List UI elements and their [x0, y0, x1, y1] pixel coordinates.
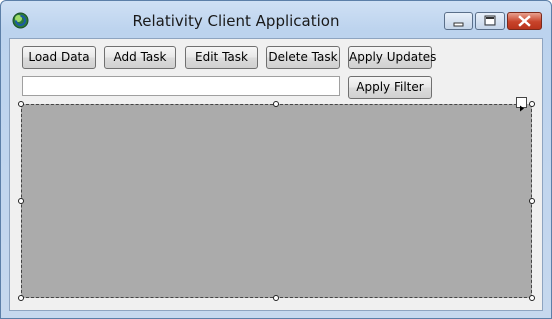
- close-icon: [518, 15, 531, 27]
- add-task-button[interactable]: Add Task: [104, 46, 176, 69]
- apply-filter-button[interactable]: Apply Filter: [348, 76, 432, 99]
- filter-input[interactable]: [22, 76, 340, 96]
- resize-handle-top-right[interactable]: [529, 101, 535, 107]
- resize-handle-left[interactable]: [18, 198, 24, 204]
- resize-handle-bottom-left[interactable]: [18, 295, 24, 301]
- window-title: Relativity Client Application: [132, 12, 340, 30]
- resize-handle-bottom-right[interactable]: [529, 295, 535, 301]
- resize-handle-right[interactable]: [529, 198, 535, 204]
- resize-handle-top[interactable]: [273, 101, 279, 107]
- close-button[interactable]: [507, 12, 542, 30]
- data-grid[interactable]: [21, 104, 532, 298]
- load-data-button[interactable]: Load Data: [22, 46, 96, 69]
- minimize-button[interactable]: [444, 12, 473, 30]
- triangle-right-icon: [520, 105, 524, 112]
- resize-handle-bottom[interactable]: [273, 295, 279, 301]
- smart-tag-button[interactable]: [516, 97, 527, 112]
- minimize-icon: [453, 22, 464, 27]
- resize-handle-top-left[interactable]: [18, 101, 24, 107]
- maximize-icon: [484, 15, 496, 26]
- maximize-button[interactable]: [475, 12, 505, 30]
- apply-updates-button[interactable]: Apply Updates: [348, 46, 436, 69]
- delete-task-button[interactable]: Delete Task: [266, 46, 340, 69]
- edit-task-button[interactable]: Edit Task: [185, 46, 258, 69]
- title-bar[interactable]: Relativity Client Application: [1, 1, 551, 39]
